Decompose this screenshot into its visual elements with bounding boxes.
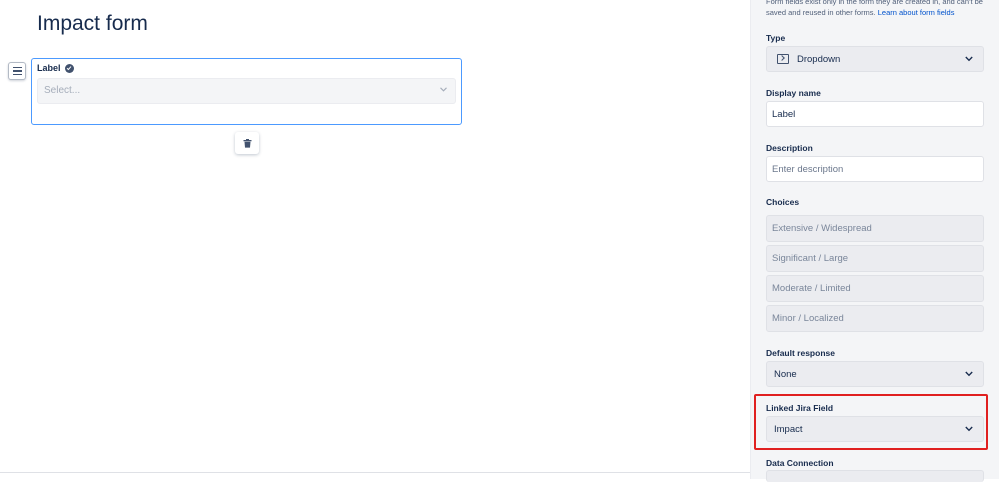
field-label-row: Label <box>37 63 74 73</box>
field-select[interactable]: Select... <box>37 78 456 104</box>
display-name-value: Label <box>772 108 796 120</box>
dropdown-icon <box>777 54 789 64</box>
choice-input-2[interactable]: Significant / Large <box>766 245 984 272</box>
form-title: Impact form <box>37 12 148 35</box>
default-response-label: Default response <box>766 348 835 358</box>
choices-label: Choices <box>766 197 800 207</box>
description-placeholder: Enter description <box>772 163 844 175</box>
choice-text: Minor / Localized <box>772 313 844 324</box>
canvas-divider <box>0 472 750 473</box>
description-label: Description <box>766 143 813 153</box>
choice-input-1[interactable]: Extensive / Widespread <box>766 215 984 242</box>
dropdown-field-card[interactable]: Label Select... <box>31 58 462 125</box>
learn-about-form-fields-link[interactable]: Learn about form fields <box>878 8 955 17</box>
default-response-value: None <box>774 368 797 380</box>
data-connection-label: Data Connection <box>766 458 834 468</box>
choice-input-4[interactable]: Minor / Localized <box>766 305 984 332</box>
data-connection-select[interactable] <box>766 470 984 482</box>
chevron-down-icon <box>965 56 973 62</box>
linked-check-icon <box>64 63 74 73</box>
default-response-select[interactable]: None <box>766 361 984 387</box>
type-label: Type <box>766 33 786 43</box>
choice-text: Significant / Large <box>772 253 849 264</box>
chevron-down-icon <box>440 87 447 92</box>
display-name-label: Display name <box>766 88 821 98</box>
choice-input-3[interactable]: Moderate / Limited <box>766 275 984 302</box>
panel-intro: Form fields exist only in the form they … <box>766 0 992 18</box>
choice-text: Moderate / Limited <box>772 283 851 294</box>
type-value: Dropdown <box>797 53 841 65</box>
field-select-placeholder: Select... <box>44 85 81 96</box>
trash-icon <box>243 138 251 148</box>
field-label: Label <box>37 63 61 73</box>
choice-text: Extensive / Widespread <box>772 223 872 234</box>
field-menu-handle-icon[interactable] <box>8 62 26 80</box>
type-select[interactable]: Dropdown <box>766 46 984 72</box>
linked-jira-field-highlight <box>754 394 988 450</box>
chevron-down-icon <box>965 371 973 377</box>
delete-field-button[interactable] <box>235 132 259 154</box>
display-name-input[interactable]: Label <box>766 101 984 127</box>
description-input[interactable]: Enter description <box>766 156 984 182</box>
